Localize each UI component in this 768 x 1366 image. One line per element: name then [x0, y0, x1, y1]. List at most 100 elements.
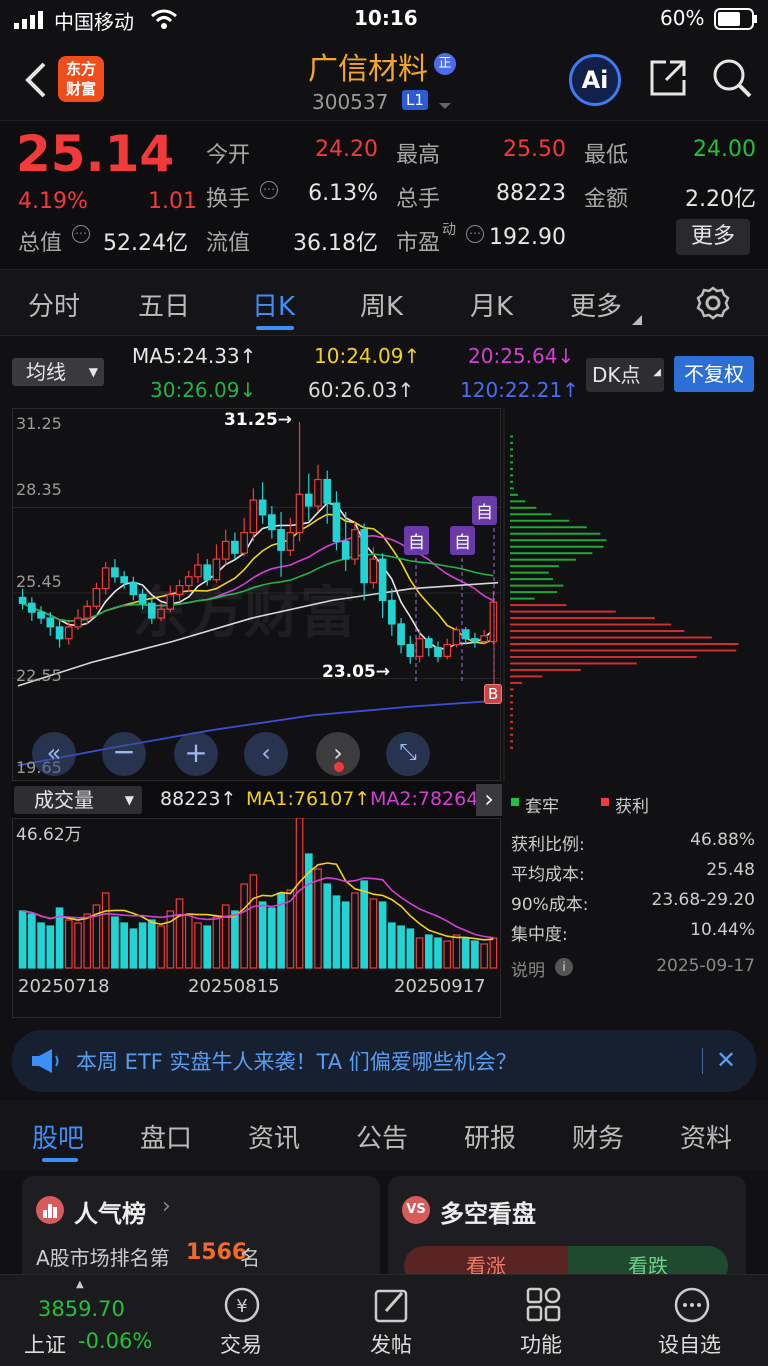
tab-profile[interactable]: 资料 — [680, 1118, 732, 1155]
trade-icon[interactable]: ¥ — [222, 1285, 262, 1329]
volume-bar — [360, 880, 368, 969]
tab-intraday[interactable]: 分时 — [28, 286, 80, 323]
low-annotation: 23.05→ — [322, 662, 391, 682]
battery-pct: 60% — [660, 6, 705, 30]
share-icon[interactable] — [648, 58, 688, 102]
chip-bar — [510, 688, 514, 691]
tab-pankou[interactable]: 盘口 — [140, 1118, 192, 1155]
watchlist-icon[interactable] — [672, 1285, 712, 1329]
trade-label[interactable]: 交易 — [220, 1329, 262, 1359]
chevron-right-icon[interactable]: › — [476, 784, 502, 816]
ai-label: Ai — [581, 66, 609, 94]
watchlist-label[interactable]: 设自选 — [658, 1329, 721, 1359]
candle-body — [397, 623, 405, 646]
chip-value: 46.88% — [690, 830, 755, 850]
marker-label: 自 — [472, 496, 497, 525]
chip-bar — [510, 597, 535, 600]
gear-icon[interactable] — [696, 286, 730, 324]
chip-bar — [510, 675, 543, 678]
ai-button[interactable]: Ai — [569, 54, 621, 106]
chip-bar — [510, 591, 558, 594]
tab-guba[interactable]: 股吧 — [32, 1118, 84, 1155]
active-tab-indicator — [256, 326, 294, 330]
adjust-button[interactable]: 不复权 — [674, 356, 754, 392]
more-button[interactable]: 更多 — [676, 219, 750, 255]
nav-bar: 东方 财富 广信材料 正 300537 L1 Ai — [0, 40, 768, 120]
info-icon[interactable]: ⋯ — [72, 225, 90, 243]
chip-bar — [510, 461, 513, 464]
volume-selector[interactable]: 成交量 ▼ — [14, 786, 142, 814]
more-label: 更多 — [690, 224, 735, 249]
date-label: 20250917 — [394, 976, 486, 997]
dk-point-button[interactable]: DK点 ◢ — [586, 358, 664, 392]
ma-selector[interactable]: 均线 ▼ — [12, 358, 104, 386]
zoom-in-icon[interactable]: + — [174, 732, 218, 776]
tab-news[interactable]: 资讯 — [248, 1118, 300, 1155]
post-label[interactable]: 发帖 — [370, 1329, 412, 1359]
chip-note[interactable]: 说明 — [511, 956, 545, 981]
promo-banner[interactable]: 本周 ETF 实盘牛人来袭！TA 们偏爱哪些机会？ ✕ — [12, 1030, 756, 1092]
chip-bar — [510, 643, 739, 646]
step-left-icon[interactable]: ‹ — [244, 732, 288, 776]
volume-bar — [64, 919, 73, 969]
info-icon[interactable]: ⋯ — [260, 181, 278, 199]
svg-text:¥: ¥ — [236, 1296, 247, 1317]
tab-announcement[interactable]: 公告 — [356, 1118, 408, 1155]
battery-icon — [714, 8, 758, 35]
dropdown-corner-icon — [632, 310, 642, 329]
candle-body — [341, 540, 350, 560]
chip-bar — [510, 584, 564, 587]
candle-body — [120, 576, 128, 584]
info-icon[interactable]: i — [555, 958, 573, 976]
volume-bar — [231, 910, 239, 969]
candle-body — [480, 635, 488, 643]
tab-five-day[interactable]: 五日 — [138, 286, 190, 323]
candle-body — [489, 601, 498, 643]
legend-trapped-swatch — [511, 798, 519, 806]
bull-bear-card[interactable]: VS 多空看盘 看涨 看跌 — [388, 1176, 746, 1286]
apps-label[interactable]: 功能 — [520, 1329, 562, 1359]
ma120-value: 120:22.21↑ — [460, 378, 579, 402]
fullscreen-icon[interactable]: ⤡ — [386, 732, 430, 776]
back-icon[interactable] — [22, 60, 48, 104]
chip-bar — [510, 448, 513, 451]
post-icon[interactable] — [372, 1285, 412, 1329]
field-label: 今开 — [206, 143, 251, 168]
tab-daily[interactable]: 日K — [252, 286, 295, 323]
chip-bar — [510, 733, 513, 736]
popularity-card[interactable]: 人气榜 › A股市场排名第 1566 名 — [22, 1176, 380, 1286]
chevron-down-icon[interactable] — [438, 96, 452, 115]
volume-bar — [452, 934, 461, 969]
period-tabs: 分时 五日 日K 周K 月K 更多 — [0, 270, 768, 336]
volume-bar — [37, 922, 45, 969]
candle-body — [240, 531, 248, 554]
tab-research[interactable]: 研报 — [464, 1118, 516, 1155]
candle-body — [18, 596, 27, 604]
field-value: 192.90 — [489, 225, 566, 250]
candle-body — [424, 638, 433, 649]
apps-icon[interactable] — [524, 1285, 564, 1329]
kline-chart[interactable]: 31.25 28.35 25.45 22.55 19.65 东方财富 31.25… — [12, 408, 756, 782]
chip-bar — [510, 623, 672, 626]
chip-value: 10.44% — [690, 920, 755, 940]
chip-bar — [510, 545, 604, 548]
volume-ma2: MA2:78264↑ — [370, 788, 478, 810]
kline-svg — [12, 408, 739, 782]
candle-body — [304, 493, 313, 507]
last-price: 25.14 — [16, 125, 175, 183]
chip-bar — [510, 746, 513, 749]
tab-monthly[interactable]: 月K — [470, 286, 513, 323]
candle-body — [471, 638, 479, 643]
tab-more[interactable]: 更多 — [570, 286, 622, 323]
close-icon[interactable]: ✕ — [716, 1046, 736, 1074]
tab-weekly[interactable]: 周K — [360, 286, 403, 323]
chip-bar — [510, 532, 601, 535]
volume-bar — [175, 898, 184, 969]
tab-finance[interactable]: 财务 — [572, 1118, 624, 1155]
zoom-out-icon[interactable]: − — [102, 732, 146, 776]
fast-back-icon[interactable]: « — [32, 732, 76, 776]
candle-body — [28, 602, 36, 613]
chip-distribution: 套牢 获利 获利比例: 46.88% 平均成本: 25.48 90%成本: 23… — [505, 782, 761, 1018]
card-title: 人气榜 — [74, 1200, 146, 1228]
search-icon[interactable] — [710, 56, 754, 104]
